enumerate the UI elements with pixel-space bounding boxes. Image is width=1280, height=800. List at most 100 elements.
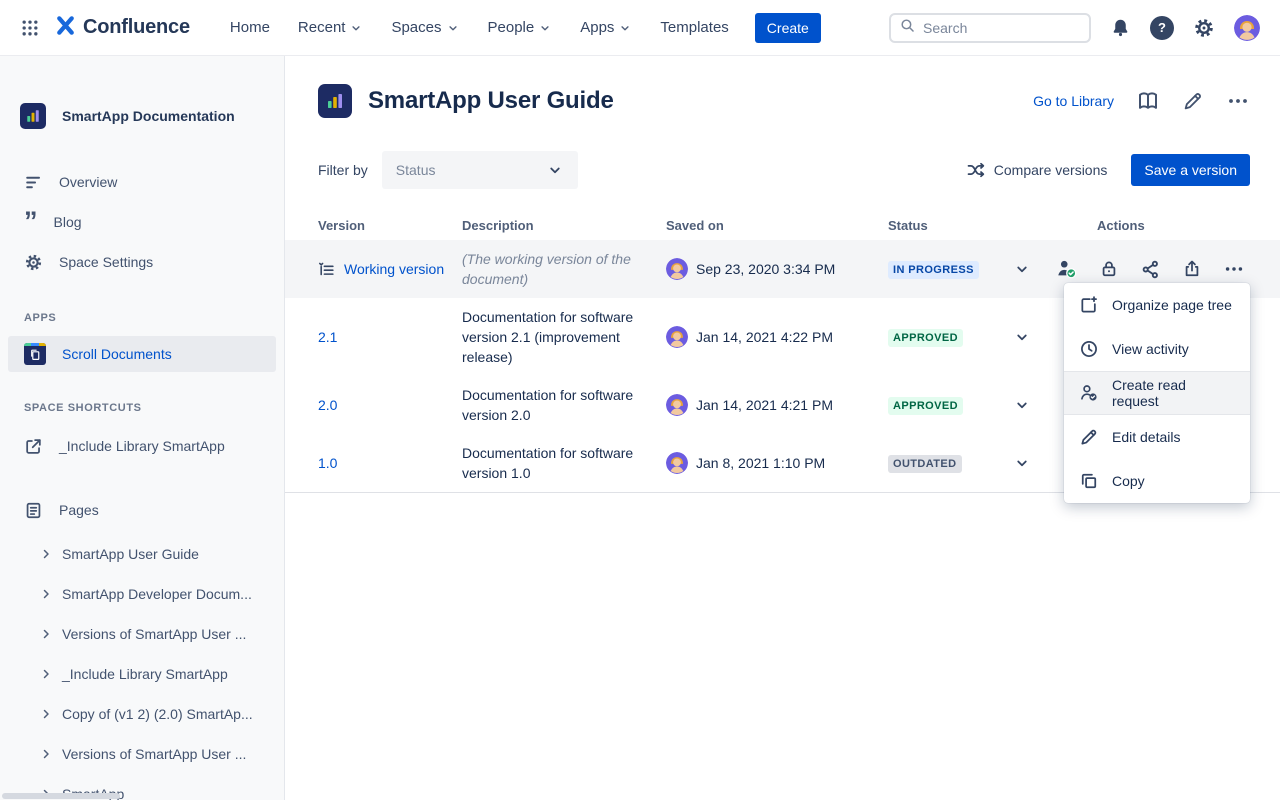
status-badge: OUTDATED xyxy=(888,455,962,473)
external-link-icon xyxy=(24,437,43,456)
version-link[interactable]: 1.0 xyxy=(318,455,337,471)
row-expand-chevron[interactable] xyxy=(993,454,1050,472)
user-avatar[interactable] xyxy=(1234,15,1260,41)
row-expand-chevron[interactable] xyxy=(993,396,1050,414)
row-actions-menu: Organize page tree View activity Create … xyxy=(1064,283,1250,503)
chevron-down-icon xyxy=(538,21,552,35)
saved-on-date: Jan 14, 2021 4:22 PM xyxy=(696,329,833,345)
scroll-documents-icon xyxy=(24,343,46,365)
version-description: Documentation for software version 1.0 xyxy=(462,443,666,483)
tree-item[interactable]: SmartApp User Guide xyxy=(0,534,284,574)
status-badge: IN PROGRESS xyxy=(888,261,979,279)
row-expand-chevron[interactable] xyxy=(993,328,1050,346)
filter-by-label: Filter by xyxy=(318,162,368,178)
chevron-right-icon xyxy=(40,628,52,640)
page-tree: SmartApp User Guide SmartApp Developer D… xyxy=(0,534,284,800)
row-expand-chevron[interactable] xyxy=(993,260,1050,278)
read-confirmation-icon[interactable] xyxy=(1056,258,1078,280)
notifications-bell-icon[interactable] xyxy=(1110,17,1131,38)
status-filter-select[interactable]: Status xyxy=(382,151,578,189)
main-content: SmartApp User Guide Go to Library Filter… xyxy=(285,56,1280,800)
nav-home[interactable]: Home xyxy=(216,11,284,44)
menu-item-edit-details[interactable]: Edit details xyxy=(1064,415,1250,459)
space-icon xyxy=(20,103,46,129)
saved-on-date: Sep 23, 2020 3:34 PM xyxy=(696,261,835,277)
library-book-icon[interactable] xyxy=(1136,89,1160,113)
tree-item[interactable]: Versions of SmartApp User ... xyxy=(0,734,284,774)
app-switcher-icon[interactable] xyxy=(14,12,46,44)
user-avatar xyxy=(666,394,688,416)
sidebar-scrollbar[interactable] xyxy=(2,793,120,799)
compare-versions-button[interactable]: Compare versions xyxy=(966,160,1108,180)
status-badge: APPROVED xyxy=(888,397,963,415)
sidebar-item-blog[interactable]: ” Blog xyxy=(0,202,284,242)
confluence-logo[interactable]: Confluence xyxy=(54,14,190,42)
organize-page-tree-icon xyxy=(1079,295,1099,315)
save-a-version-button[interactable]: Save a version xyxy=(1131,154,1250,186)
space-header[interactable]: SmartApp Documentation xyxy=(0,100,284,132)
space-name: SmartApp Documentation xyxy=(62,108,235,124)
page-title: SmartApp User Guide xyxy=(368,87,614,115)
sidebar-item-scroll-documents[interactable]: Scroll Documents xyxy=(8,336,276,372)
saved-on-date: Jan 14, 2021 4:21 PM xyxy=(696,397,833,413)
go-to-library-link[interactable]: Go to Library xyxy=(1033,93,1114,109)
nav-templates[interactable]: Templates xyxy=(646,11,742,44)
saved-on-date: Jan 8, 2021 1:10 PM xyxy=(696,455,825,471)
pages-icon xyxy=(24,501,43,520)
sidebar-item-pages[interactable]: Pages xyxy=(0,490,284,530)
export-icon[interactable] xyxy=(1182,259,1202,279)
confluence-logo-icon xyxy=(54,14,77,42)
compare-icon xyxy=(966,160,986,180)
settings-gear-icon[interactable] xyxy=(1193,17,1215,39)
search-input[interactable] xyxy=(923,20,1081,36)
sidebar-item-space-settings[interactable]: Space Settings xyxy=(0,242,284,282)
chevron-down-icon xyxy=(446,21,460,35)
menu-item-copy[interactable]: Copy xyxy=(1064,459,1250,503)
tree-item[interactable]: Copy of (v1 2) (2.0) SmartAp... xyxy=(0,694,284,734)
menu-item-create-read-request[interactable]: Create read request xyxy=(1064,371,1250,415)
primary-nav: Home Recent Spaces People Apps Templates xyxy=(216,11,743,44)
gear-icon xyxy=(24,253,43,272)
nav-spaces[interactable]: Spaces xyxy=(377,11,473,44)
lock-icon[interactable] xyxy=(1099,259,1119,279)
share-icon[interactable] xyxy=(1140,259,1161,280)
sidebar-item-overview[interactable]: Overview xyxy=(0,162,284,202)
nav-recent[interactable]: Recent xyxy=(284,11,378,44)
space-sidebar: SmartApp Documentation Overview ” Blog S… xyxy=(0,56,285,800)
user-avatar xyxy=(666,452,688,474)
tree-item[interactable]: SmartApp Developer Docum... xyxy=(0,574,284,614)
menu-item-view-activity[interactable]: View activity xyxy=(1064,327,1250,371)
tree-item[interactable]: Versions of SmartApp User ... xyxy=(0,614,284,654)
tree-item[interactable]: _Include Library SmartApp xyxy=(0,654,284,694)
search-box[interactable] xyxy=(889,13,1091,43)
help-icon[interactable]: ? xyxy=(1150,16,1174,40)
pencil-icon xyxy=(1079,427,1099,447)
version-description: Documentation for software version 2.1 (… xyxy=(462,307,666,367)
nav-apps[interactable]: Apps xyxy=(566,11,646,44)
version-link[interactable]: 2.0 xyxy=(318,397,337,413)
chevron-down-icon xyxy=(349,21,363,35)
working-version-icon xyxy=(318,261,335,278)
scroll-documents-label: Scroll Documents xyxy=(62,346,172,362)
search-icon xyxy=(899,17,916,39)
table-header-row: Version Description Saved on Status Acti… xyxy=(285,214,1280,236)
chevron-right-icon xyxy=(40,588,52,600)
version-link[interactable]: 2.1 xyxy=(318,329,337,345)
apps-section-header: APPS xyxy=(0,312,284,324)
more-ellipsis-icon[interactable] xyxy=(1226,89,1250,113)
version-link[interactable]: Working version xyxy=(344,261,444,277)
document-icon xyxy=(318,84,352,118)
copy-icon xyxy=(1079,471,1099,491)
overview-icon xyxy=(24,173,43,192)
edit-pencil-icon[interactable] xyxy=(1182,90,1204,112)
chevron-down-icon xyxy=(618,21,632,35)
nav-people[interactable]: People xyxy=(474,11,567,44)
chevron-right-icon xyxy=(40,748,52,760)
menu-item-organize-page-tree[interactable]: Organize page tree xyxy=(1064,283,1250,327)
sidebar-item-include-library[interactable]: _Include Library SmartApp xyxy=(0,426,284,466)
row-more-ellipsis-icon[interactable] xyxy=(1223,258,1245,280)
top-navigation-bar: Confluence Home Recent Spaces People App… xyxy=(0,0,1280,56)
blog-quote-icon: ” xyxy=(24,214,38,230)
create-button[interactable]: Create xyxy=(755,13,821,43)
chevron-right-icon xyxy=(40,668,52,680)
